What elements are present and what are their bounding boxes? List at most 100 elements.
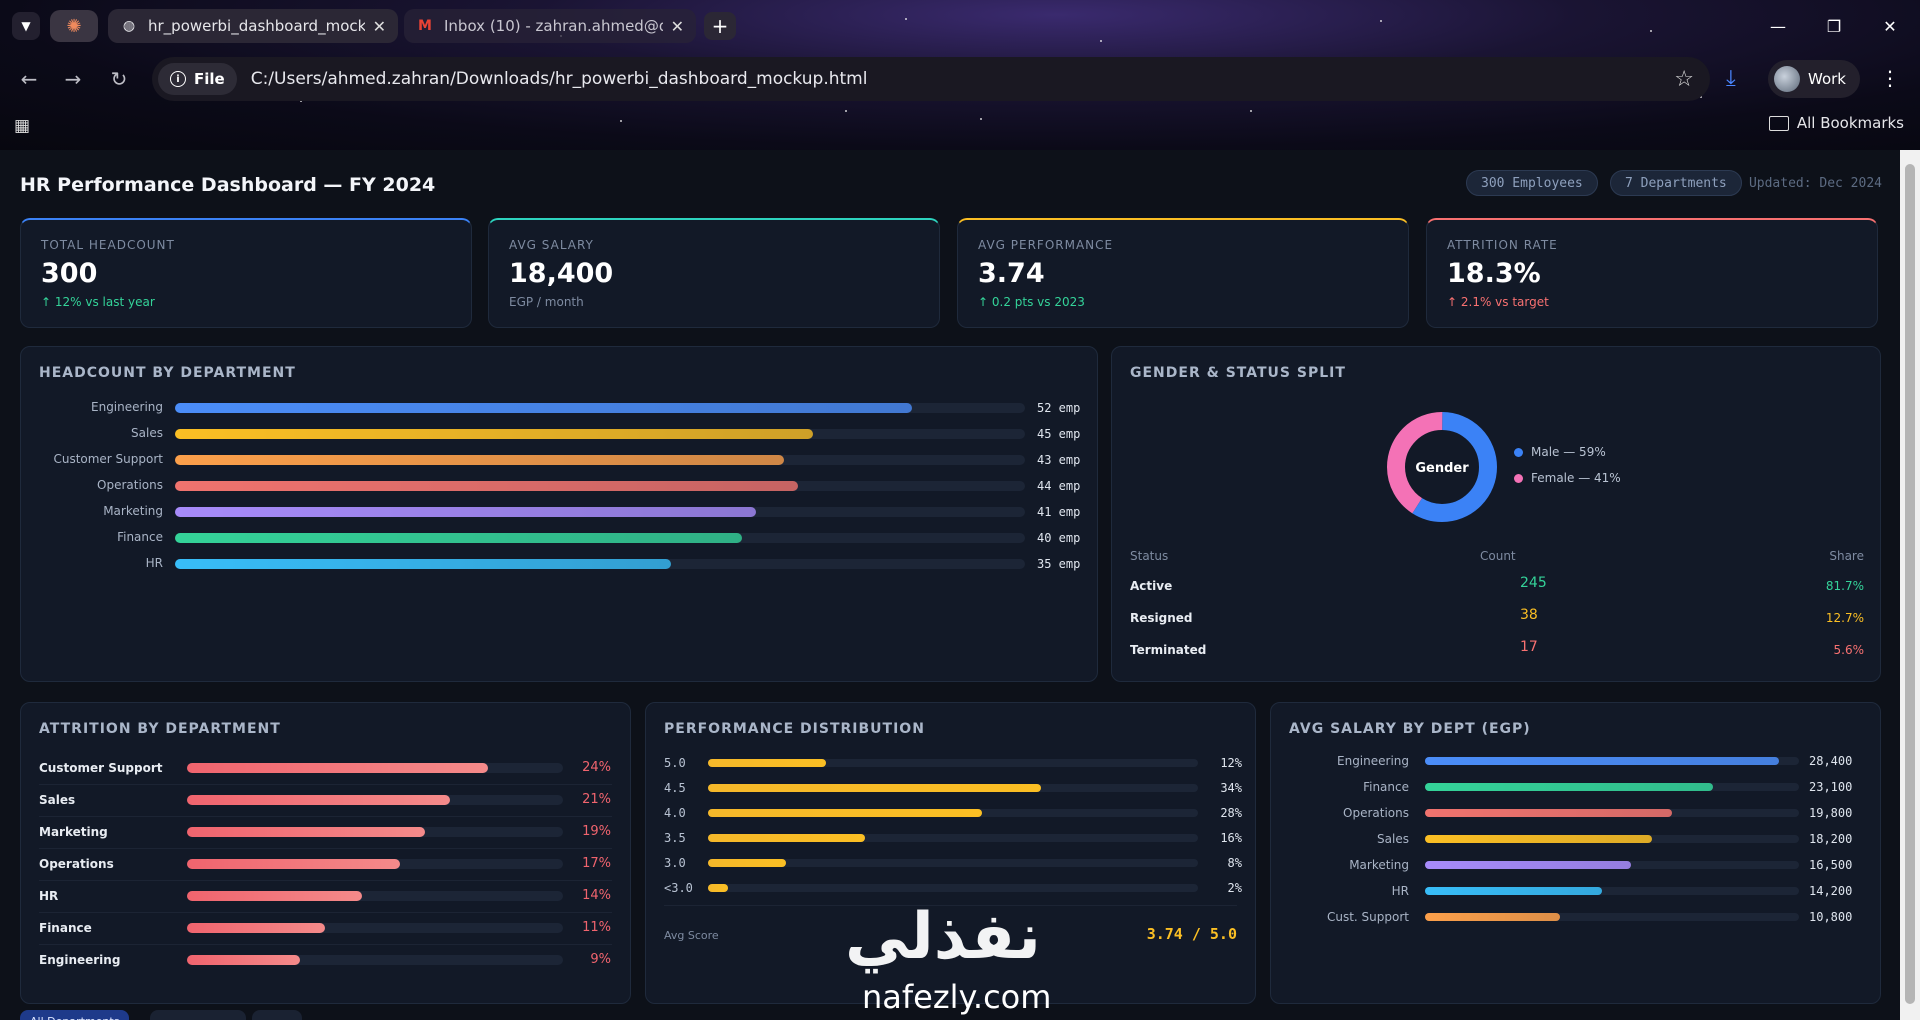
bar-track: [187, 827, 563, 837]
bar-category-label: Customer Support: [53, 452, 163, 466]
bar: [1425, 887, 1603, 895]
menu-kebab-icon[interactable]: ⋮: [1880, 66, 1900, 90]
share-header: Share: [1829, 549, 1864, 563]
new-tab-button[interactable]: +: [704, 12, 736, 40]
tab-search-button[interactable]: ▼: [12, 12, 40, 40]
kpi-subtext: EGP / month: [509, 295, 584, 309]
bookmark-star-icon[interactable]: ☆: [1674, 67, 1694, 92]
bar: [187, 955, 300, 965]
bar-category-label: Operations: [39, 857, 114, 871]
bar-value-label: 41 emp: [1037, 505, 1081, 519]
tab-dashboard[interactable]: ◍ hr_powerbi_dashboard_mockup.html ✕: [108, 9, 398, 43]
legend-male: Male — 59%: [1514, 445, 1606, 459]
bar-value-label: 23,100: [1809, 780, 1853, 794]
apps-grid-icon[interactable]: ▦: [14, 116, 30, 136]
bar-track: [175, 507, 1025, 517]
row-divider: [39, 816, 612, 817]
chevron-down-icon: ▼: [21, 19, 31, 33]
row-divider: [39, 784, 612, 785]
forward-button[interactable]: →: [58, 64, 88, 94]
bar-value-label: 35 emp: [1037, 557, 1081, 571]
filter-tab-all-departments[interactable]: All Departments: [20, 1010, 130, 1020]
salary-panel: AVG SALARY BY DEPT (EGP) Engineering 28,4…: [1270, 702, 1881, 1004]
page-scrollbar[interactable]: [1900, 150, 1920, 1020]
bar-category-label: HR: [145, 556, 163, 570]
bar-category-label: 4.5: [664, 781, 686, 795]
watermark-url: nafezly.com: [862, 978, 1052, 1016]
kpi-label: AVG SALARY: [509, 238, 594, 252]
bar-value-label: 52 emp: [1037, 401, 1081, 415]
attrition-panel: ATTRITION BY DEPARTMENT Customer Support…: [20, 702, 631, 1004]
tab-inbox[interactable]: M Inbox (10) - zahran.ahmed@dal ✕: [404, 9, 696, 43]
departments-chip: 7 Departments: [1610, 170, 1742, 196]
kpi-value: 18.3%: [1447, 258, 1541, 289]
pinned-tab[interactable]: ✺: [50, 10, 98, 42]
arrow-left-icon: ←: [20, 67, 38, 91]
globe-icon: ◍: [122, 18, 136, 34]
bar-category-label: Customer Support: [39, 761, 163, 775]
bar-value-label: 16%: [1220, 831, 1242, 845]
all-bookmarks-button[interactable]: All Bookmarks: [1768, 114, 1904, 132]
bar-track: [708, 809, 1198, 817]
avg-score-label: Avg Score: [664, 929, 719, 942]
bar-value-label: 24%: [582, 760, 611, 775]
bar-category-label: 3.0: [664, 856, 686, 870]
back-button[interactable]: ←: [14, 64, 44, 94]
bar: [1425, 757, 1780, 765]
bar-category-label: Marketing: [103, 504, 163, 518]
bar-value-label: 8%: [1227, 856, 1242, 870]
site-info-chip[interactable]: i File: [158, 63, 237, 95]
bar-category-label: Sales: [131, 426, 163, 440]
bar-value-label: 12%: [1220, 756, 1242, 770]
bar: [1425, 913, 1560, 921]
address-bar[interactable]: i File C:/Users/ahmed.zahran/Downloads/h…: [152, 57, 1710, 101]
gmail-icon: M: [418, 18, 432, 34]
filter-tab[interactable]: [252, 1010, 302, 1020]
close-window-button[interactable]: ✕: [1870, 12, 1910, 40]
kpi-subtext: ↑ 0.2 pts vs 2023: [978, 295, 1085, 309]
download-icon[interactable]: ⤓: [1726, 66, 1736, 91]
url-text[interactable]: C:/Users/ahmed.zahran/Downloads/hr_power…: [251, 69, 868, 89]
close-icon[interactable]: ✕: [671, 17, 684, 36]
bar: [187, 763, 488, 773]
filter-tab[interactable]: [150, 1010, 246, 1020]
bar-value-label: 14%: [582, 888, 611, 903]
bar-track: [1425, 809, 1799, 817]
bar: [708, 884, 728, 892]
reload-icon: ↻: [110, 67, 128, 91]
bar-track: [708, 759, 1198, 767]
bar-track: [187, 891, 563, 901]
row-divider: [39, 880, 612, 881]
kpi-subtext: ↑ 2.1% vs target: [1447, 295, 1549, 309]
bar: [175, 455, 785, 465]
reload-button[interactable]: ↻: [104, 64, 134, 94]
panel-title: HEADCOUNT BY DEPARTMENT: [39, 365, 296, 381]
bar: [187, 859, 401, 869]
kpi-avg-salary: AVG SALARY 18,400 EGP / month: [488, 218, 940, 328]
scrollbar-thumb[interactable]: [1905, 164, 1915, 1004]
bar-category-label: Engineering: [39, 953, 121, 967]
bar-track: [708, 784, 1198, 792]
bar-track: [1425, 887, 1799, 895]
all-bookmarks-label: All Bookmarks: [1796, 114, 1904, 132]
profile-button[interactable]: Work: [1768, 60, 1860, 98]
bar-category-label: HR: [1391, 884, 1409, 898]
bar: [708, 834, 865, 842]
bar-category-label: Operations: [97, 478, 163, 492]
status-share: 81.7%: [1825, 579, 1864, 593]
row-divider: [39, 848, 612, 849]
bar-category-label: 3.5: [664, 831, 686, 845]
bar-value-label: 18,200: [1809, 832, 1853, 846]
bar-category-label: Finance: [39, 921, 92, 935]
minimize-button[interactable]: —: [1758, 12, 1798, 40]
bar: [187, 827, 426, 837]
bar-track: [175, 429, 1025, 439]
avg-score-value: 3.74 / 5.0: [1146, 925, 1237, 943]
plus-icon: +: [711, 14, 729, 38]
sparkle-icon: ✺: [66, 15, 82, 37]
status-name: Terminated: [1130, 643, 1207, 657]
bar-value-label: 9%: [590, 952, 611, 967]
bar-category-label: <3.0: [664, 881, 693, 895]
restore-button[interactable]: ❐: [1814, 12, 1854, 40]
close-icon[interactable]: ✕: [373, 17, 386, 36]
